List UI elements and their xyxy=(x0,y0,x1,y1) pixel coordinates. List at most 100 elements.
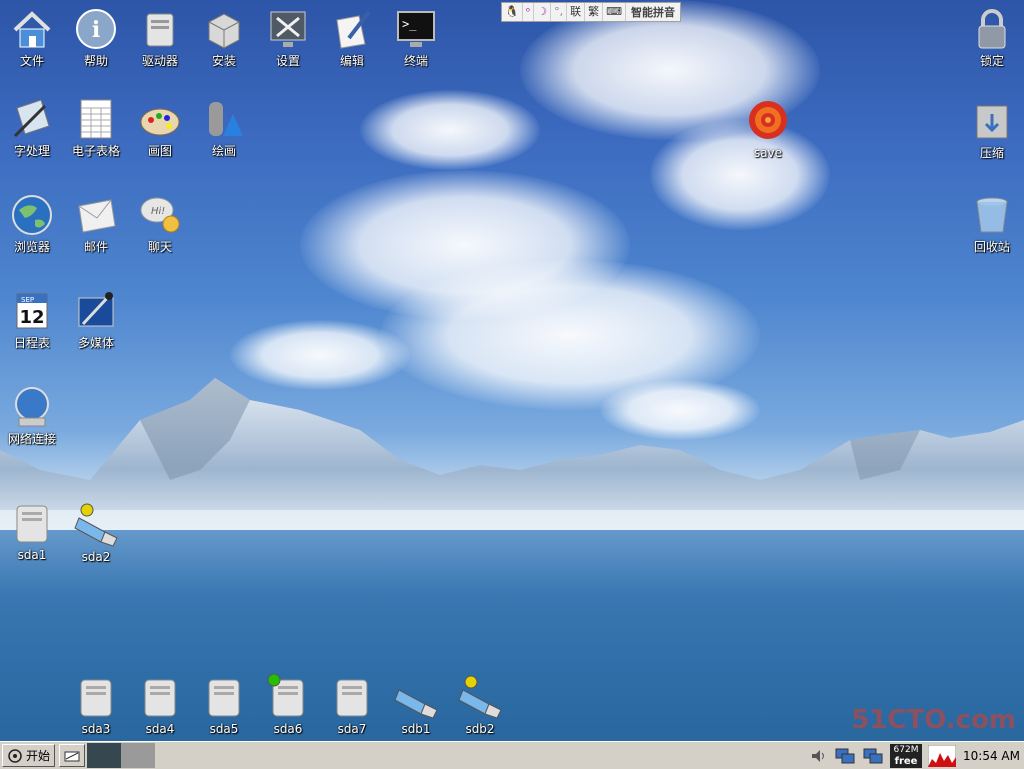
drive-icon-sda2[interactable]: sda2 xyxy=(64,502,128,564)
mounted-indicator xyxy=(464,675,478,689)
ime-key-lian[interactable]: 联 xyxy=(567,3,586,21)
desktop-icon-help[interactable]: i 帮助 xyxy=(64,6,128,68)
ime-mode-icon[interactable]: ᵒ xyxy=(523,3,535,21)
icon-label: 绘画 xyxy=(211,144,236,158)
desktop-icon-install[interactable]: 安装 xyxy=(192,6,256,68)
mail-icon xyxy=(78,199,116,233)
icon-label: 安装 xyxy=(211,54,236,68)
icon-label: 回收站 xyxy=(973,240,1010,254)
spreadsheet-icon xyxy=(80,99,112,139)
desktop-icon-save[interactable]: save xyxy=(736,98,800,160)
desktop-icon-drawing[interactable]: 绘画 xyxy=(192,96,256,158)
word-processor-icon xyxy=(13,99,50,138)
start-logo-icon xyxy=(8,748,22,763)
usb-drive-icon xyxy=(394,689,438,719)
desktop-icon-lock[interactable]: 锁定 xyxy=(960,6,1024,68)
icon-label: 网络连接 xyxy=(7,432,56,446)
usb-drive-icon xyxy=(458,675,502,719)
system-tray: 672M free 10:54 AM xyxy=(807,743,1024,768)
memory-label: free xyxy=(894,755,918,767)
penguin-icon[interactable]: 🐧 xyxy=(502,3,523,21)
drive-label: sda1 xyxy=(17,548,47,562)
cpu-graph-icon[interactable] xyxy=(928,744,957,767)
ime-name[interactable]: 智能拼音 xyxy=(626,4,680,20)
icon-label: 多媒体 xyxy=(77,336,114,350)
hard-drive-icon xyxy=(336,679,368,717)
desktop-icon-files[interactable]: 文件 xyxy=(0,6,64,68)
moon-icon[interactable]: ☽ xyxy=(534,3,552,21)
desktop-icon xyxy=(64,751,80,761)
multimedia-icon xyxy=(78,292,114,327)
terminal-icon: >_ xyxy=(397,11,435,47)
desktop-icon-calendar[interactable]: SEP 12 日程表 xyxy=(0,288,64,350)
drive-label: sda2 xyxy=(81,550,111,564)
usb-drive-icon xyxy=(74,503,118,547)
trash-icon xyxy=(976,197,1008,233)
svg-text:i: i xyxy=(92,17,100,43)
drive-icon-sda4[interactable]: sda4 xyxy=(128,674,192,736)
mountains xyxy=(0,378,1024,530)
desktop-icon-terminal[interactable]: >_ 终端 xyxy=(384,6,448,68)
icon-label: 编辑 xyxy=(339,54,364,68)
drive-icon-sda5[interactable]: sda5 xyxy=(192,674,256,736)
drive-label: sdb2 xyxy=(465,722,495,736)
ime-key-fan[interactable]: 繁 xyxy=(585,3,604,21)
show-desktop-button[interactable] xyxy=(59,744,86,767)
desktop-icon-edit[interactable]: 编辑 xyxy=(320,6,384,68)
drive-icon xyxy=(146,13,174,47)
drive-label: sdb1 xyxy=(401,722,431,736)
icon-label: 电子表格 xyxy=(71,144,120,158)
volume-icon[interactable] xyxy=(810,748,828,764)
cloud xyxy=(360,90,540,170)
icon-label: 帮助 xyxy=(83,54,108,68)
watermark: 51CTO.com xyxy=(851,705,1016,735)
icon-label: 驱动器 xyxy=(141,54,178,68)
desktop-icon-multimedia[interactable]: 多媒体 xyxy=(64,288,128,350)
desktop-icon-spreadsheet[interactable]: 电子表格 xyxy=(64,96,128,158)
ime-toolbar[interactable]: 🐧 ᵒ ☽ °, 联 繁 ⌨ 智能拼音 xyxy=(501,2,682,22)
compress-icon xyxy=(976,105,1008,139)
drive-icon-sda1[interactable]: sda1 xyxy=(0,500,64,562)
drive-label: sda5 xyxy=(209,722,239,736)
start-button[interactable]: 开始 xyxy=(2,744,56,767)
icon-label: 浏览器 xyxy=(13,240,50,254)
drive-icon-sdb2[interactable]: sdb2 xyxy=(448,674,512,736)
desktop-icon-settings[interactable]: 设置 xyxy=(256,6,320,68)
hard-drive-icon xyxy=(208,679,240,717)
desktop-icon-mail[interactable]: 邮件 xyxy=(64,192,128,254)
hard-drive-icon xyxy=(267,674,304,717)
drive-label: sda6 xyxy=(273,722,303,736)
drive-icon-sda7[interactable]: sda7 xyxy=(320,674,384,736)
desktop-icon-browser[interactable]: 浏览器 xyxy=(0,192,64,254)
network-icon-2[interactable] xyxy=(862,747,884,765)
desktop-icon-chat[interactable]: Hi! 聊天 xyxy=(128,192,192,254)
drive-icon-sda3[interactable]: sda3 xyxy=(64,674,128,736)
calendar-day: 12 xyxy=(19,307,44,328)
punctuation-icon[interactable]: °, xyxy=(551,3,568,21)
workspace-2[interactable] xyxy=(121,743,156,768)
desktop-icon-compress[interactable]: 压缩 xyxy=(960,98,1024,160)
memory-monitor[interactable]: 672M free xyxy=(890,743,923,768)
desktop-icon-drives[interactable]: 驱动器 xyxy=(128,6,192,68)
desktop-icon-paint[interactable]: 画图 xyxy=(128,96,192,158)
workspace-1[interactable] xyxy=(87,743,122,768)
icon-label: 设置 xyxy=(275,54,300,68)
desktop-icon-network[interactable]: 网络连接 xyxy=(0,384,64,446)
svg-text:Hi!: Hi! xyxy=(151,206,165,217)
network-icon[interactable] xyxy=(834,747,856,765)
clock[interactable]: 10:54 AM xyxy=(963,749,1020,763)
icon-label: 日程表 xyxy=(13,336,50,350)
taskbar: 开始 672M free 10:54 AM xyxy=(0,741,1024,769)
icon-label: 文件 xyxy=(19,54,44,68)
soft-keyboard-icon[interactable]: ⌨ xyxy=(603,3,627,21)
lock-icon xyxy=(978,9,1006,49)
help-info-icon: i xyxy=(76,9,116,49)
drawing-shapes-icon xyxy=(209,102,243,136)
drive-icon-sdb1[interactable]: sdb1 xyxy=(384,674,448,736)
desktop-icon-trash[interactable]: 回收站 xyxy=(960,192,1024,254)
drive-icon-sda6[interactable]: sda6 xyxy=(256,674,320,736)
hard-drive-icon xyxy=(16,505,48,543)
desktop-icon-word-processor[interactable]: 字处理 xyxy=(0,96,64,158)
memory-value: 672M xyxy=(893,744,919,755)
icon-label: save xyxy=(753,146,783,160)
